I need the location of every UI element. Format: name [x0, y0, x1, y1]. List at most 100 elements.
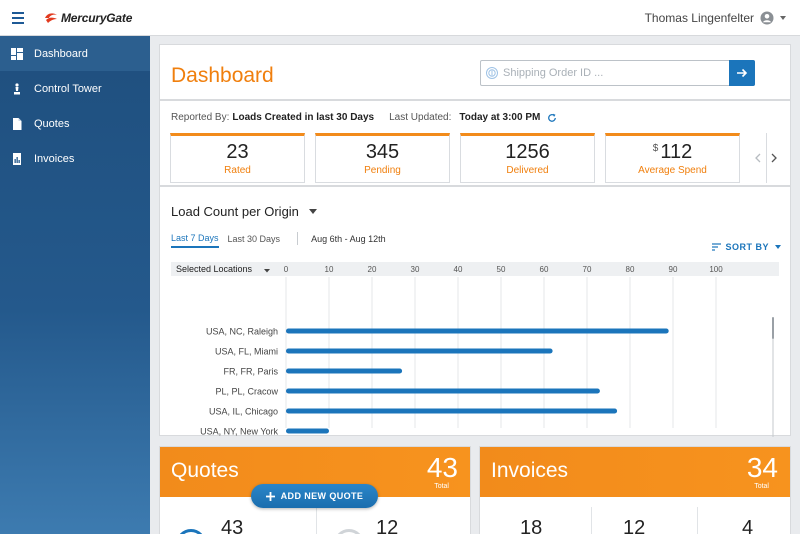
- search-input[interactable]: [499, 61, 754, 85]
- add-new-quote-button[interactable]: ADD NEW QUOTE: [251, 484, 378, 508]
- chevron-right-icon: [771, 153, 777, 163]
- stat-label: Delivered: [506, 165, 549, 176]
- arrow-right-icon: [736, 68, 747, 78]
- stat-value: 1256: [505, 141, 550, 163]
- main-content: Dashboard Reported By: Loads Created in …: [150, 36, 800, 534]
- page-title: Dashboard: [171, 64, 274, 87]
- stat-tile-delivered[interactable]: 1256 Delivered: [460, 133, 595, 183]
- reported-by-value: Loads Created in last 30 Days: [232, 112, 375, 123]
- sidebar-item-label: Quotes: [34, 117, 70, 130]
- y-category-label: USA, NY, New York: [200, 427, 278, 437]
- fingerprint-icon: [486, 67, 498, 79]
- add-new-quote-label: ADD NEW QUOTE: [280, 491, 364, 501]
- plus-icon: [265, 491, 275, 501]
- stat-tile-rated[interactable]: 23 Rated: [170, 133, 305, 183]
- search-submit-button[interactable]: [729, 60, 755, 86]
- user-menu[interactable]: Thomas Lingenfelter: [645, 0, 786, 36]
- invoices-sub-value: 4: [742, 517, 754, 534]
- stat-number: 112: [660, 141, 693, 163]
- next-button[interactable]: [768, 133, 780, 183]
- chess-piece-icon: [14, 82, 20, 94]
- previous-button[interactable]: [752, 133, 764, 183]
- last-updated-label: Last Updated:: [389, 112, 452, 123]
- chevron-left-icon: [755, 153, 761, 163]
- bar: [286, 408, 618, 414]
- top-bar: MercuryGate Thomas Lingenfelter: [0, 0, 800, 36]
- y-category-label: FR, FR, Paris: [223, 367, 278, 377]
- currency-symbol: $: [652, 143, 659, 154]
- x-tick-label: 70: [583, 265, 592, 274]
- y-category-label: USA, FL, Miami: [215, 347, 278, 357]
- last-updated-value: Today at 3:00 PM: [459, 112, 541, 123]
- app-logo[interactable]: MercuryGate: [44, 11, 132, 25]
- chart-header-strip: [171, 262, 779, 276]
- chevron-down-icon: [780, 16, 786, 20]
- invoices-sub-value: 12: [623, 517, 646, 534]
- quotes-sub-value: 12: [376, 517, 399, 534]
- sidebar-item-label: Dashboard: [34, 47, 88, 60]
- x-tick-label: 20: [368, 265, 377, 274]
- invoices-total-label: Total: [754, 483, 769, 490]
- quotes-progress-ring: [176, 529, 206, 534]
- x-tick-label: 100: [709, 265, 723, 274]
- x-tick-label: 30: [411, 265, 420, 274]
- quotes-divider: [316, 507, 317, 534]
- invoices-panel: Invoices 34 Total 18 12 4: [479, 446, 791, 534]
- invoices-panel-header: Invoices 34 Total: [480, 447, 790, 497]
- quotes-progress-ring: [334, 529, 364, 534]
- user-name: Thomas Lingenfelter: [644, 11, 754, 25]
- x-tick-label: 80: [626, 265, 635, 274]
- invoices-divider: [697, 507, 698, 534]
- stat-tile-pending[interactable]: 345 Pending: [315, 133, 450, 183]
- pager-divider: [766, 133, 767, 183]
- quotes-total-label: Total: [434, 483, 449, 490]
- bar: [286, 388, 600, 394]
- logo-icon: [45, 12, 57, 23]
- stat-tile-average-spend[interactable]: $112 Average Spend: [605, 133, 740, 183]
- menu-icon[interactable]: [0, 0, 36, 36]
- quotes-title: Quotes: [171, 459, 239, 482]
- bar: [286, 328, 669, 334]
- load-count-bar-chart: Selected Locations 0 10 20 30 40 50 60 70 80 90 100…: [171, 262, 779, 437]
- x-tick-label: 90: [669, 265, 678, 274]
- sidebar-item-quotes[interactable]: Quotes: [0, 106, 150, 141]
- sidebar: Dashboard Control Tower Quotes Invoices: [0, 36, 150, 534]
- shipping-order-search: [480, 60, 755, 86]
- reported-by-label: Reported By:: [171, 112, 230, 123]
- report-info: Reported By: Loads Created in last 30 Da…: [171, 112, 557, 123]
- bar: [286, 368, 403, 374]
- invoices-count: 34: [746, 452, 778, 483]
- stat-value: 345: [365, 141, 400, 163]
- bar: [286, 428, 329, 434]
- y-category-label: USA, NC, Raleigh: [206, 327, 278, 337]
- x-tick-label: 50: [497, 265, 506, 274]
- sidebar-item-control-tower[interactable]: Control Tower: [0, 71, 150, 106]
- dashboard-icon: [11, 47, 23, 60]
- quotes-sub-value: 43: [221, 517, 244, 534]
- user-avatar-icon: [760, 11, 774, 25]
- invoices-title: Invoices: [491, 459, 569, 482]
- invoices-divider: [591, 507, 592, 534]
- quotes-count: 43: [426, 452, 458, 483]
- x-tick-label: 60: [540, 265, 549, 274]
- sidebar-item-invoices[interactable]: Invoices: [0, 141, 150, 176]
- x-tick-label: 40: [454, 265, 463, 274]
- stat-label: Pending: [364, 165, 401, 176]
- y-category-label: PL, PL, Cracow: [215, 387, 278, 397]
- document-icon: [13, 117, 22, 130]
- refresh-icon[interactable]: [547, 113, 557, 123]
- header-card: Dashboard: [159, 44, 791, 100]
- load-count-chart-card: Load Count per Origin Last 7 Days Last 3…: [159, 186, 791, 437]
- y-category-label: USA, IL, Chicago: [209, 407, 278, 417]
- sidebar-item-label: Control Tower: [34, 82, 102, 95]
- sidebar-item-label: Invoices: [34, 152, 75, 165]
- sidebar-item-dashboard[interactable]: Dashboard: [0, 36, 150, 71]
- chart-scrollbar: [772, 317, 774, 339]
- bar: [286, 348, 553, 354]
- stats-card: Reported By: Loads Created in last 30 Da…: [159, 100, 791, 186]
- stat-value: 23: [226, 141, 249, 163]
- logo-text: MercuryGate: [61, 10, 133, 25]
- stat-value: $112: [606, 141, 739, 163]
- stat-label: Rated: [224, 165, 251, 176]
- stat-label: Average Spend: [638, 165, 707, 176]
